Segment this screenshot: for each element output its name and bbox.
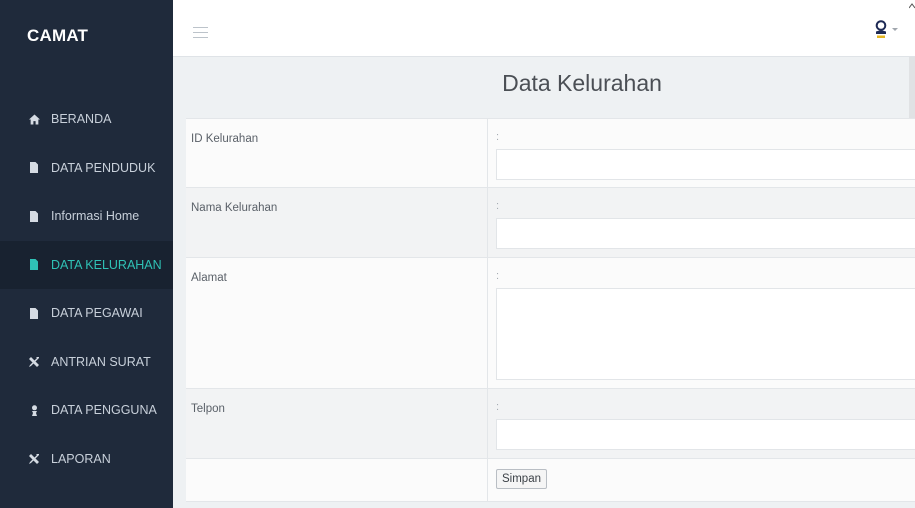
telpon-input[interactable]: [496, 419, 915, 450]
sidebar-item-label: LAPORAN: [51, 451, 111, 466]
top-bar: [173, 0, 915, 57]
sidebar-item-label: Informasi Home: [51, 209, 140, 224]
file-icon: [27, 161, 41, 175]
user-icon: [27, 403, 41, 417]
sidebar-item-data-kelurahan[interactable]: DATA KELURAHAN: [0, 240, 173, 289]
field-label: Nama Kelurahan: [186, 188, 488, 257]
sidebar-item-label: DATA PENGGUNA: [51, 403, 157, 418]
sidebar-item-label: DATA PEGAWAI: [51, 306, 143, 321]
alamat-textarea[interactable]: [496, 288, 915, 380]
user-avatar-icon[interactable]: [874, 20, 888, 40]
sidebar-item-label: ANTRIAN SURAT: [51, 354, 151, 369]
field-value-cell: :: [488, 389, 915, 458]
sidebar-item-informasi-home[interactable]: Informasi Home: [0, 192, 173, 241]
sidebar-nav: BERANDA DATA PENDUDUK Informasi Home DAT…: [0, 95, 173, 483]
field-label: ID Kelurahan: [186, 119, 488, 187]
chevron-down-icon[interactable]: [892, 28, 898, 32]
colon-separator: :: [496, 131, 500, 143]
sidebar-item-laporan[interactable]: LAPORAN: [0, 435, 173, 484]
form-row-telpon: Telpon :: [186, 389, 915, 459]
form-row-id-kelurahan: ID Kelurahan :: [186, 119, 915, 188]
file-icon: [27, 306, 41, 320]
sidebar-item-label: BERANDA: [51, 112, 112, 127]
field-label: Alamat: [186, 258, 488, 388]
simpan-button[interactable]: Simpan: [496, 469, 547, 489]
field-value-cell: :: [488, 258, 915, 388]
tools-icon: [27, 355, 41, 369]
file-icon: [27, 258, 41, 272]
field-value-cell: :: [488, 188, 915, 257]
colon-separator: :: [496, 200, 500, 212]
id-kelurahan-input[interactable]: [496, 149, 915, 180]
field-value-cell: :: [488, 119, 915, 187]
kelurahan-form: ID Kelurahan : Nama Kelurahan : Alamat :…: [186, 118, 915, 502]
sidebar: CAMAT BERANDA DATA PENDUDUK Informasi Ho…: [0, 0, 173, 508]
scroll-up-icon[interactable]: [909, 0, 915, 10]
colon-separator: :: [496, 401, 500, 413]
sidebar-item-label: DATA PENDUDUK: [51, 160, 156, 175]
form-row-submit: Simpan: [186, 459, 915, 502]
sidebar-item-data-penduduk[interactable]: DATA PENDUDUK: [0, 144, 173, 193]
file-icon: [27, 209, 41, 223]
home-icon: [27, 112, 41, 126]
sidebar-item-data-pengguna[interactable]: DATA PENGGUNA: [0, 386, 173, 435]
colon-separator: :: [496, 270, 500, 282]
sidebar-item-antrian-surat[interactable]: ANTRIAN SURAT: [0, 338, 173, 387]
form-row-nama-kelurahan: Nama Kelurahan :: [186, 188, 915, 258]
sidebar-item-beranda[interactable]: BERANDA: [0, 95, 173, 144]
tools-icon: [27, 452, 41, 466]
form-row-alamat: Alamat :: [186, 258, 915, 389]
field-label: Telpon: [186, 389, 488, 458]
sidebar-item-data-pegawai[interactable]: DATA PEGAWAI: [0, 289, 173, 338]
nama-kelurahan-input[interactable]: [496, 218, 915, 249]
empty-label-cell: [186, 459, 488, 501]
hamburger-icon[interactable]: [193, 27, 208, 38]
brand-title: CAMAT: [27, 26, 89, 45]
submit-cell: Simpan: [488, 459, 915, 501]
sidebar-item-label: DATA KELURAHAN: [51, 257, 162, 272]
page-title: Data Kelurahan: [502, 70, 662, 96]
